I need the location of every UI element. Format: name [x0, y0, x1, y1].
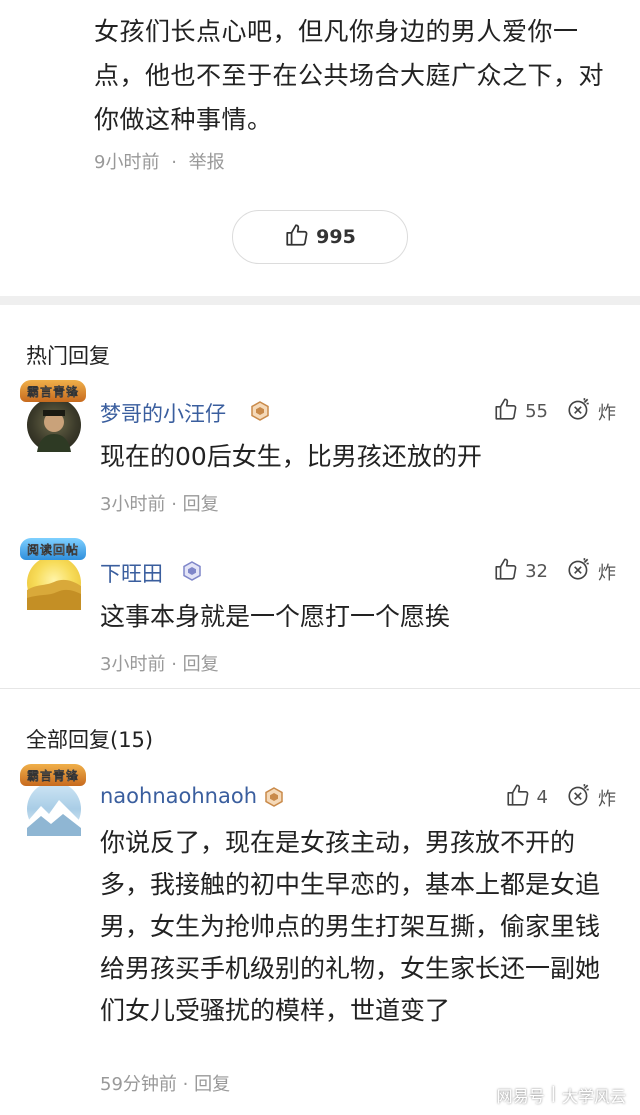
- top-comment-time: 9小时前: [94, 152, 160, 173]
- avatar[interactable]: 阅读回帖: [20, 538, 86, 610]
- reply-text: 你说反了，现在是女孩主动，男孩放不开的多，我接触的初中生早恋的，基本上都是女追男…: [100, 828, 601, 1025]
- rank-hexagon-icon: [264, 787, 284, 807]
- like-button[interactable]: 4: [505, 782, 548, 813]
- bomb-button[interactable]: 炸: [566, 396, 616, 427]
- reply-time: 59分钟前: [100, 1074, 177, 1095]
- avatar-badge: 阅读回帖: [20, 538, 86, 560]
- report-link[interactable]: 举报: [189, 152, 225, 173]
- username[interactable]: 下旺田: [100, 558, 163, 588]
- reply-text: 现在的00后女生，比男孩还放的开: [100, 442, 482, 471]
- thumbs-up-icon: [493, 396, 519, 427]
- meta-separator: ·: [171, 152, 177, 173]
- reply-button[interactable]: 回复: [183, 654, 219, 675]
- username[interactable]: naohnaohnaoh: [100, 784, 257, 808]
- section-divider: [0, 688, 640, 689]
- reply-time: 3小时前: [100, 494, 166, 515]
- bomb-icon: [566, 556, 592, 587]
- avatar-image: [27, 556, 81, 610]
- top-comment-like-button[interactable]: 995: [232, 210, 408, 264]
- thumbs-up-icon: [505, 782, 531, 813]
- rank-hexagon-icon: [250, 401, 270, 421]
- username[interactable]: 梦哥的小汪仔: [100, 398, 226, 428]
- reply-item: 霸言青锋 梦哥的小汪仔 55 炸 现在的00后女生，比男孩还放的开 3小时前 ·…: [0, 378, 640, 518]
- reply-button[interactable]: 回复: [183, 494, 219, 515]
- avatar-badge: 霸言青锋: [20, 380, 86, 402]
- like-count: 32: [525, 561, 548, 582]
- bomb-label: 炸: [598, 788, 616, 810]
- reply-item: 阅读回帖 下旺田 32 炸 这事本身就是一个愿打一个愿挨 3小时前 · 回复: [0, 538, 640, 678]
- thumbs-up-icon: [493, 556, 519, 587]
- like-count: 55: [525, 401, 548, 422]
- all-replies-title: 全部回复(15): [26, 728, 154, 752]
- meta-separator: ·: [171, 654, 183, 675]
- reply-meta: 3小时前 · 回复: [100, 490, 219, 516]
- reply-actions: 32 炸: [493, 556, 616, 587]
- like-button[interactable]: 55: [493, 396, 548, 427]
- reply-time: 3小时前: [100, 654, 166, 675]
- bomb-label: 炸: [598, 402, 616, 424]
- hot-replies-title: 热门回复: [26, 344, 110, 368]
- avatar[interactable]: 霸言青锋: [20, 380, 86, 452]
- reply-button[interactable]: 回复: [194, 1074, 230, 1095]
- reply-text: 这事本身就是一个愿打一个愿挨: [100, 602, 451, 631]
- reply-meta: 3小时前 · 回复: [100, 650, 219, 676]
- reply-actions: 55 炸: [493, 396, 616, 427]
- avatar[interactable]: 霸言青锋: [20, 764, 86, 836]
- top-comment-text: 女孩们长点心吧，但凡你身边的男人爱你一点，他也不至于在公共场合大庭广众之下，对你…: [94, 17, 605, 134]
- like-count: 4: [536, 787, 548, 808]
- top-comment-meta: 9小时前 · 举报: [94, 148, 624, 174]
- like-button[interactable]: 32: [493, 556, 548, 587]
- avatar-badge: 霸言青锋: [20, 764, 86, 786]
- watermark: 网易号 | 大学风云: [497, 1083, 626, 1107]
- bomb-icon: [566, 396, 592, 427]
- bomb-icon: [566, 782, 592, 813]
- bomb-button[interactable]: 炸: [566, 556, 616, 587]
- bomb-label: 炸: [598, 562, 616, 584]
- top-comment: 女孩们长点心吧，但凡你身边的男人爱你一点，他也不至于在公共场合大庭广众之下，对你…: [94, 10, 624, 174]
- meta-separator: ·: [171, 494, 183, 515]
- bomb-button[interactable]: 炸: [566, 782, 616, 813]
- watermark-account: 大学风云: [561, 1087, 626, 1106]
- reply-actions: 4 炸: [505, 782, 616, 813]
- watermark-separator: |: [550, 1083, 556, 1102]
- reply-meta: 59分钟前 · 回复: [100, 1070, 230, 1096]
- meta-separator: ·: [182, 1074, 195, 1095]
- top-comment-like-count: 995: [316, 226, 356, 248]
- watermark-source: 网易号: [496, 1087, 545, 1106]
- avatar-image: [27, 398, 81, 452]
- rank-hexagon-icon: [182, 561, 202, 581]
- thumbs-up-icon: [284, 222, 310, 253]
- reply-item: 霸言青锋 naohnaohnaoh 4 炸 你说反了，现在是女孩主动，男孩放不开…: [0, 764, 640, 1104]
- section-divider: [0, 296, 640, 305]
- avatar-image: [27, 782, 81, 836]
